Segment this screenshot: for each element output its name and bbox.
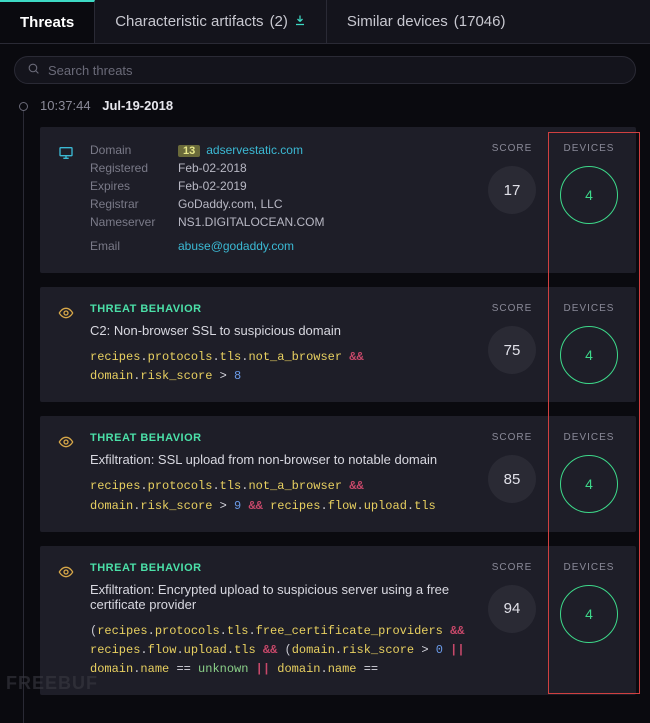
threat-title: Exfiltration: SSL upload from non-browse… bbox=[90, 452, 474, 467]
score-label: SCORE bbox=[488, 432, 536, 443]
tab-label: Characteristic artifacts bbox=[115, 13, 263, 30]
devices-metric: DEVICES 4 bbox=[560, 432, 618, 513]
risk-badge: 13 bbox=[178, 145, 200, 157]
devices-value[interactable]: 4 bbox=[560, 166, 618, 224]
time-value: 10:37:44 bbox=[40, 98, 91, 113]
score-metric: SCORE 17 bbox=[488, 143, 536, 214]
score-value: 85 bbox=[488, 455, 536, 503]
devices-metric: DEVICES 4 bbox=[560, 303, 618, 384]
field-label: Email bbox=[90, 239, 168, 253]
devices-label: DEVICES bbox=[560, 143, 618, 154]
metrics: SCORE 75 DEVICES 4 bbox=[488, 303, 618, 386]
timeline-dot-icon bbox=[19, 102, 28, 111]
metrics: SCORE 94 DEVICES 4 bbox=[488, 562, 618, 680]
threat-behavior-label: THREAT BEHAVIOR bbox=[90, 432, 474, 444]
threat-title: Exfiltration: Encrypted upload to suspic… bbox=[90, 582, 474, 612]
email-link[interactable]: abuse@godaddy.com bbox=[178, 239, 294, 253]
devices-label: DEVICES bbox=[560, 303, 618, 314]
card-body: Domain 13 adservestatic.com Registered Feb-… bbox=[90, 143, 474, 257]
score-value: 75 bbox=[488, 326, 536, 374]
threat-card[interactable]: THREAT BEHAVIOR Exfiltration: SSL upload… bbox=[40, 416, 636, 531]
devices-value[interactable]: 4 bbox=[560, 326, 618, 384]
devices-label: DEVICES bbox=[560, 432, 618, 443]
score-value: 94 bbox=[488, 585, 536, 633]
tab-count: (17046) bbox=[454, 13, 506, 30]
tab-threats[interactable]: Threats bbox=[0, 0, 95, 43]
devices-value[interactable]: 4 bbox=[560, 585, 618, 643]
monitor-icon bbox=[58, 143, 76, 257]
eye-icon bbox=[58, 562, 76, 680]
threat-rule: recipes.protocols.tls.not_a_browser && d… bbox=[90, 477, 474, 515]
tab-count: (2) bbox=[270, 13, 288, 30]
search-container bbox=[0, 44, 650, 92]
metrics: SCORE 85 DEVICES 4 bbox=[488, 432, 618, 515]
field-label: Nameserver bbox=[90, 215, 168, 229]
field-value: Feb-02-2018 bbox=[178, 161, 247, 175]
metrics: SCORE 17 DEVICES 4 bbox=[488, 143, 618, 257]
card-body: THREAT BEHAVIOR Exfiltration: Encrypted … bbox=[90, 562, 474, 680]
score-metric: SCORE 85 bbox=[488, 432, 536, 503]
devices-metric: DEVICES 4 bbox=[560, 562, 618, 643]
eye-icon bbox=[58, 432, 76, 515]
devices-metric: DEVICES 4 bbox=[560, 143, 618, 224]
score-label: SCORE bbox=[488, 562, 536, 573]
field-label: Expires bbox=[90, 179, 168, 193]
field-label: Domain bbox=[90, 143, 168, 157]
tab-similar-devices[interactable]: Similar devices (17046) bbox=[327, 0, 526, 43]
threat-behavior-label: THREAT BEHAVIOR bbox=[90, 303, 474, 315]
timestamp: 10:37:44 Jul-19-2018 bbox=[40, 92, 636, 127]
date-value: Jul-19-2018 bbox=[102, 98, 173, 113]
score-label: SCORE bbox=[488, 303, 536, 314]
download-icon[interactable] bbox=[294, 13, 306, 30]
tab-bar: Threats Characteristic artifacts (2) Sim… bbox=[0, 0, 650, 44]
card-body: THREAT BEHAVIOR C2: Non-browser SSL to s… bbox=[90, 303, 474, 386]
field-value: NS1.DIGITALOCEAN.COM bbox=[178, 215, 324, 229]
field-label: Registrar bbox=[90, 197, 168, 211]
search-box[interactable] bbox=[14, 56, 636, 84]
field-value: Feb-02-2019 bbox=[178, 179, 247, 193]
devices-value[interactable]: 4 bbox=[560, 455, 618, 513]
tab-artifacts[interactable]: Characteristic artifacts (2) bbox=[95, 0, 327, 43]
field-value: GoDaddy.com, LLC bbox=[178, 197, 283, 211]
threat-card[interactable]: THREAT BEHAVIOR Exfiltration: Encrypted … bbox=[40, 546, 636, 696]
card-body: THREAT BEHAVIOR Exfiltration: SSL upload… bbox=[90, 432, 474, 515]
search-icon bbox=[27, 62, 40, 78]
threat-rule: (recipes.protocols.tls.free_certificate_… bbox=[90, 622, 474, 680]
threat-rule: recipes.protocols.tls.not_a_browser && d… bbox=[90, 348, 474, 386]
search-input[interactable] bbox=[48, 63, 623, 78]
tab-label: Similar devices bbox=[347, 13, 448, 30]
domain-link[interactable]: adservestatic.com bbox=[206, 143, 303, 157]
eye-icon bbox=[58, 303, 76, 386]
score-metric: SCORE 94 bbox=[488, 562, 536, 633]
field-label: Registered bbox=[90, 161, 168, 175]
threat-card[interactable]: THREAT BEHAVIOR C2: Non-browser SSL to s… bbox=[40, 287, 636, 402]
timeline: 10:37:44 Jul-19-2018 Domain 13 adservestat… bbox=[0, 92, 650, 723]
threat-behavior-label: THREAT BEHAVIOR bbox=[90, 562, 474, 574]
score-metric: SCORE 75 bbox=[488, 303, 536, 374]
score-value: 17 bbox=[488, 166, 536, 214]
domain-card[interactable]: Domain 13 adservestatic.com Registered Feb-… bbox=[40, 127, 636, 273]
threat-title: C2: Non-browser SSL to suspicious domain bbox=[90, 323, 474, 338]
tab-label: Threats bbox=[20, 14, 74, 31]
devices-label: DEVICES bbox=[560, 562, 618, 573]
score-label: SCORE bbox=[488, 143, 536, 154]
